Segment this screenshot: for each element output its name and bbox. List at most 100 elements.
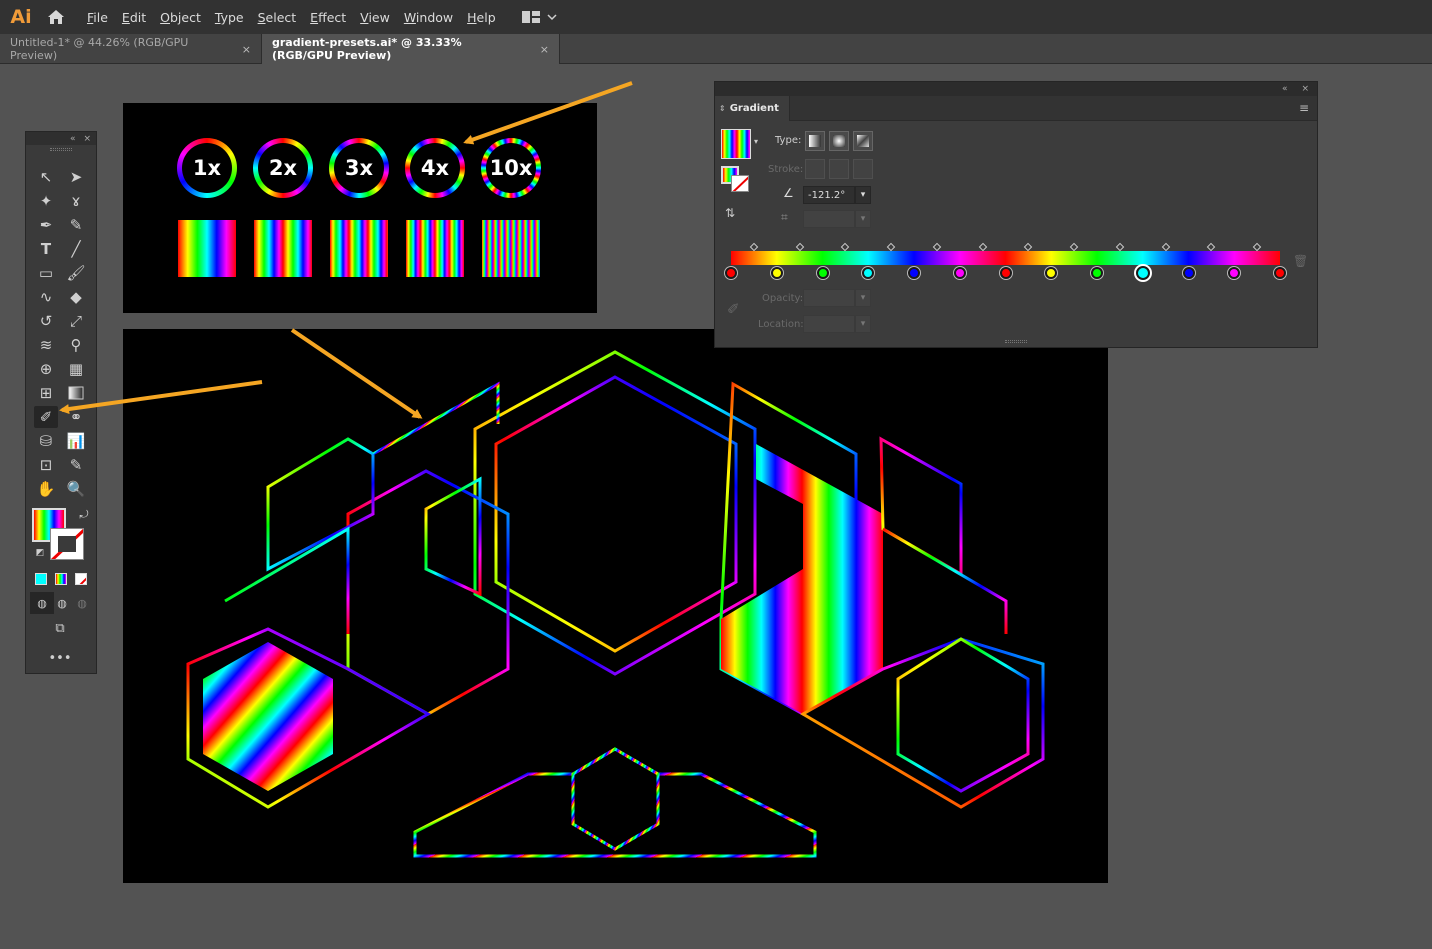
midpoint-marker[interactable]	[795, 242, 804, 252]
lasso-tool-icon[interactable]: ɤ	[64, 190, 88, 212]
location-field[interactable]	[803, 315, 855, 333]
hexagon-artwork[interactable]	[123, 329, 1108, 883]
stroke-along-button[interactable]	[829, 159, 849, 179]
midpoint-marker[interactable]	[749, 242, 759, 252]
pen-tool-icon[interactable]: ✒	[34, 214, 58, 236]
color-stop[interactable]	[725, 267, 737, 279]
gradient-bar-1x[interactable]	[178, 220, 236, 277]
shaper-tool-icon[interactable]: ∿	[34, 286, 58, 308]
perspective-grid-tool-icon[interactable]: ▦	[64, 358, 88, 380]
paintbrush-tool-icon[interactable]: 🖌	[64, 262, 88, 284]
none-mode-icon[interactable]	[75, 573, 87, 585]
swap-fill-stroke-icon[interactable]: ⤾	[72, 504, 96, 526]
tab-gradient-presets[interactable]: gradient-presets.ai* @ 33.33% (RGB/GPU P…	[262, 34, 560, 64]
radial-gradient-button[interactable]	[829, 131, 849, 151]
aspect-ratio-dropdown-icon[interactable]: ▾	[855, 210, 871, 228]
gradient-bar-3x[interactable]	[330, 220, 388, 277]
zoom-tool-icon[interactable]: 🔍	[64, 478, 88, 500]
close-icon[interactable]: ×	[540, 43, 549, 56]
puppet-warp-tool-icon[interactable]: ⚲	[64, 334, 88, 356]
ring-2x[interactable]: 2x	[253, 138, 313, 198]
magic-wand-tool-icon[interactable]: ✦	[34, 190, 58, 212]
menu-object[interactable]: Object	[153, 10, 208, 25]
midpoint-marker[interactable]	[1207, 242, 1216, 252]
draw-inside-icon[interactable]: ◍	[70, 592, 94, 614]
color-stop[interactable]	[1228, 267, 1241, 279]
gradient-preview-swatch[interactable]	[721, 129, 751, 159]
mesh-tool-icon[interactable]: ⊞	[34, 382, 58, 404]
column-graph-tool-icon[interactable]: 📊	[64, 430, 88, 452]
collapse-icon[interactable]: «	[1282, 84, 1288, 94]
more-tools-icon[interactable]: •••	[48, 647, 72, 669]
line-tool-icon[interactable]: ╱	[64, 238, 88, 260]
hand-tool-icon[interactable]: ✋	[34, 478, 58, 500]
warp-tool-icon[interactable]: ≋	[34, 334, 58, 356]
rotate-tool-icon[interactable]: ↺	[34, 310, 58, 332]
close-icon[interactable]: ×	[1301, 84, 1309, 94]
linear-gradient-button[interactable]	[805, 131, 825, 151]
color-stop[interactable]	[862, 267, 875, 279]
shape-builder-tool-icon[interactable]: ⊕	[34, 358, 58, 380]
color-stop[interactable]	[1045, 267, 1058, 279]
menu-file[interactable]: File	[80, 10, 115, 25]
eyedropper-tool-icon[interactable]: ✐	[34, 406, 58, 428]
default-colors-icon[interactable]: ◩	[28, 542, 52, 564]
gradient-bar-2x[interactable]	[254, 220, 312, 277]
screen-mode-icon[interactable]: ⧉	[48, 617, 72, 639]
stroke-across-button[interactable]	[853, 159, 873, 179]
midpoint-marker[interactable]	[1069, 242, 1079, 252]
close-icon[interactable]: ×	[83, 134, 91, 144]
rectangle-tool-icon[interactable]: ▭	[34, 262, 58, 284]
midpoint-marker[interactable]	[1024, 242, 1033, 252]
menu-view[interactable]: View	[353, 10, 397, 25]
eraser-tool-icon[interactable]: ◆	[64, 286, 88, 308]
menu-effect[interactable]: Effect	[303, 10, 353, 25]
color-stop[interactable]	[1091, 267, 1103, 279]
opacity-dropdown-icon[interactable]: ▾	[855, 289, 871, 307]
ring-1x[interactable]: 1x	[177, 138, 237, 198]
scale-tool-icon[interactable]: ⤢	[64, 310, 88, 332]
reverse-gradient-icon[interactable]: ⇅	[725, 206, 735, 220]
selection-tool-icon[interactable]: ↖	[34, 166, 58, 188]
fill-stroke-mini-icon[interactable]	[721, 166, 749, 192]
stroke-within-button[interactable]	[805, 159, 825, 179]
color-stop[interactable]	[770, 267, 783, 279]
stroke-swatch[interactable]	[50, 528, 84, 560]
midpoint-marker[interactable]	[1161, 242, 1170, 252]
symbol-sprayer-tool-icon[interactable]: ⛁	[34, 430, 58, 452]
color-stop[interactable]	[953, 267, 966, 279]
gradient-ramp[interactable]	[731, 251, 1280, 265]
delete-stop-icon[interactable]: 🗑	[1293, 254, 1308, 268]
gradient-bar-10x[interactable]	[482, 220, 540, 277]
midpoint-marker[interactable]	[1252, 242, 1262, 252]
opacity-field[interactable]	[803, 289, 855, 307]
ring-10x[interactable]: 10x	[481, 138, 541, 198]
gradient-bar-4x[interactable]	[406, 220, 464, 277]
menu-select[interactable]: Select	[251, 10, 304, 25]
home-icon[interactable]	[42, 0, 70, 34]
close-icon[interactable]: ×	[242, 43, 251, 56]
slice-tool-icon[interactable]: ✎	[64, 454, 88, 476]
curvature-tool-icon[interactable]: ✎	[64, 214, 88, 236]
menu-window[interactable]: Window	[397, 10, 460, 25]
color-stop[interactable]	[1274, 267, 1286, 279]
artboard-presets[interactable]: 1x 2x 3x 4x 10x	[123, 103, 597, 313]
gradient-mode-icon[interactable]	[55, 573, 67, 585]
tab-gradient[interactable]: ⇕ Gradient	[715, 95, 790, 121]
color-mode-icon[interactable]	[35, 573, 47, 585]
color-stop[interactable]	[816, 267, 829, 279]
preview-dropdown-icon[interactable]: ▾	[754, 137, 758, 146]
menu-type[interactable]: Type	[208, 10, 251, 25]
workspace-switcher-icon[interactable]	[521, 10, 557, 24]
color-stop[interactable]	[908, 267, 920, 279]
gradient-tool-icon[interactable]	[64, 382, 88, 404]
midpoint-marker[interactable]	[932, 242, 942, 252]
color-stop[interactable]	[1182, 267, 1195, 279]
eyedropper-icon[interactable]: ✐	[727, 300, 740, 318]
gradient-slider[interactable]	[731, 251, 1280, 265]
ring-3x[interactable]: 3x	[329, 138, 389, 198]
midpoint-marker[interactable]	[978, 242, 987, 252]
location-dropdown-icon[interactable]: ▾	[855, 315, 871, 333]
color-stop[interactable]	[999, 267, 1012, 279]
ring-4x[interactable]: 4x	[405, 138, 465, 198]
